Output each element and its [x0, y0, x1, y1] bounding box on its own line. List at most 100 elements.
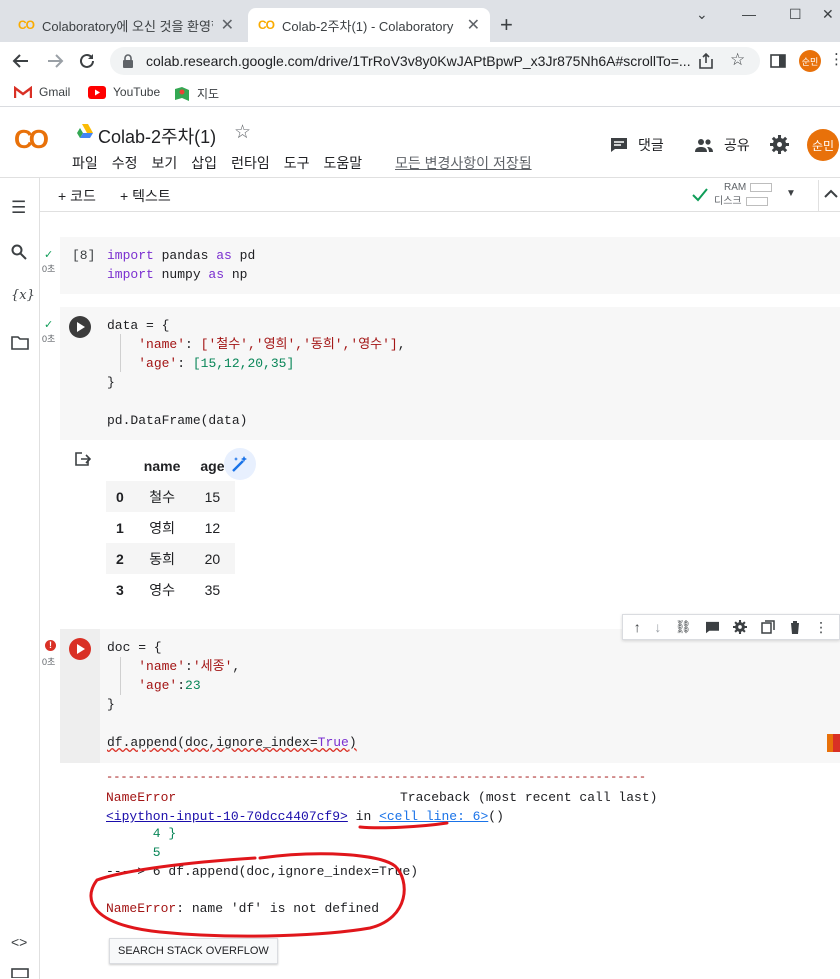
code-line[interactable]: }	[107, 695, 115, 714]
menu-edit[interactable]: 수정	[112, 153, 138, 173]
add-text-button[interactable]: + 텍스트	[120, 186, 171, 206]
tab-welcome[interactable]: CO Colaboratory에 오신 것을 환영합니다 ✕	[8, 8, 244, 42]
code-line[interactable]: import numpy as np	[107, 265, 247, 284]
menu-view[interactable]: 보기	[152, 153, 178, 173]
bookmark-gmail[interactable]: Gmail	[14, 85, 70, 99]
variables-icon[interactable]: {x}	[11, 288, 35, 303]
new-tab-button[interactable]: +	[500, 12, 513, 38]
star-icon[interactable]: ☆	[234, 121, 251, 144]
bookmark-star-icon[interactable]: ☆	[730, 50, 745, 70]
user-avatar[interactable]: 순민	[807, 129, 839, 161]
comment-label: 댓글	[638, 137, 664, 153]
run-cell-button[interactable]	[69, 638, 91, 660]
divider	[0, 106, 840, 107]
cell-settings-icon[interactable]	[733, 620, 748, 634]
code-line[interactable]: import pandas as pd	[107, 246, 255, 265]
profile-avatar[interactable]: 순민	[799, 50, 821, 72]
column-header: name	[143, 457, 181, 474]
more-menu-icon[interactable]: ⋮	[814, 619, 828, 636]
terminal-icon[interactable]	[11, 968, 29, 978]
code-line[interactable]: 'name': ['철수','영희','동희','영수'],	[107, 335, 405, 354]
error-dashes: ----------------------------------------…	[106, 770, 647, 784]
reload-icon[interactable]	[78, 52, 96, 70]
exec-duration: 0초	[42, 334, 56, 344]
table-row: 1 영희 12	[106, 512, 235, 543]
mirror-cell-icon[interactable]	[761, 620, 775, 634]
share-page-icon[interactable]	[697, 52, 715, 70]
url-text: colab.research.google.com/drive/1TrRoV3v…	[146, 53, 691, 69]
back-arrow-icon[interactable]	[12, 52, 30, 70]
menu-insert[interactable]: 삽입	[191, 153, 217, 173]
delete-icon[interactable]	[789, 620, 801, 634]
folder-icon[interactable]	[11, 336, 29, 350]
string-literal: '세종'	[192, 659, 233, 674]
run-cell-button[interactable]	[69, 316, 91, 338]
share-button[interactable]: 공유	[694, 135, 750, 155]
bookmark-maps[interactable]: 지도	[174, 85, 219, 102]
divider	[818, 180, 819, 212]
runtime-dropdown-icon[interactable]: ▼	[786, 188, 796, 199]
lock-icon	[123, 54, 133, 68]
magic-wand-button[interactable]	[224, 448, 256, 480]
string-literal: 'age'	[138, 356, 178, 371]
side-panel-icon[interactable]	[770, 53, 786, 69]
search-stack-overflow-button[interactable]: SEARCH STACK OVERFLOW	[109, 938, 278, 964]
search-icon[interactable]	[11, 244, 27, 260]
notebook-title[interactable]: Colab-2주차(1)	[98, 123, 216, 149]
move-down-icon[interactable]: ↓	[654, 619, 661, 635]
table-cell: 영희	[149, 519, 175, 536]
disk-meter	[745, 196, 768, 206]
maximize-icon[interactable]: ☐	[789, 6, 802, 23]
code-line[interactable]: 'age':23	[107, 676, 200, 695]
menu-runtime[interactable]: 런타임	[231, 153, 270, 173]
menu-help[interactable]: 도움말	[323, 153, 362, 173]
output-icon[interactable]	[75, 452, 91, 466]
table-of-contents-icon[interactable]: ☰	[11, 198, 26, 218]
cell-line-link[interactable]: <cell line: 6>	[379, 809, 488, 824]
code-line[interactable]: data = {	[107, 316, 169, 335]
table-row: 3 영수 35	[106, 574, 235, 605]
share-label: 공유	[724, 137, 750, 153]
minimize-icon[interactable]: —	[742, 6, 756, 22]
window-close-icon[interactable]: ✕	[822, 6, 834, 23]
code-line[interactable]: 'name':'세종',	[107, 657, 240, 676]
menu-bar: 파일 수정 보기 삽입 런타임 도구 도움말	[72, 153, 376, 173]
comment-icon[interactable]	[705, 621, 720, 634]
code-line[interactable]: doc = {	[107, 638, 162, 657]
forward-arrow-icon[interactable]	[46, 52, 64, 70]
row-index: 0	[116, 488, 124, 505]
colab-logo-text: CO	[14, 124, 49, 154]
exec-duration: 0초	[42, 264, 56, 274]
tab-colab-notebook[interactable]: CO Colab-2주차(1) - Colaboratory ✕	[248, 8, 490, 42]
collapse-chevron-icon[interactable]	[824, 189, 838, 199]
tab-search-chevron-icon[interactable]: ⌄	[696, 6, 708, 23]
code-line[interactable]: pd.DataFrame(data)	[107, 411, 247, 430]
exec-count: [8]	[72, 248, 96, 263]
settings-gear-icon[interactable]	[770, 135, 789, 154]
code-line[interactable]: 'age': [15,12,20,35]	[107, 354, 294, 373]
bookmarks-bar: Gmail YouTube 지도	[0, 80, 840, 106]
bookmark-youtube[interactable]: YouTube	[88, 85, 160, 99]
close-icon[interactable]: ✕	[467, 15, 480, 35]
traceback-line-current: ----> 6 df.append(doc,ignore_index=True)	[106, 864, 419, 879]
menu-tools[interactable]: 도구	[284, 153, 310, 173]
code-snippets-icon[interactable]: <>	[11, 934, 27, 950]
colab-logo[interactable]: CO	[14, 124, 49, 155]
ipython-input-link[interactable]: <ipython-input-10-70dcc4407cf9>	[106, 809, 348, 824]
address-bar[interactable]: colab.research.google.com/drive/1TrRoV3v…	[110, 47, 760, 75]
comment-icon	[611, 138, 627, 152]
saved-status[interactable]: 모든 변경사항이 저장됨	[395, 153, 532, 173]
in-word: in	[347, 809, 380, 824]
menu-file[interactable]: 파일	[72, 153, 98, 173]
link-icon[interactable]: ⛓	[675, 619, 692, 635]
code-line[interactable]: }	[107, 373, 115, 392]
keyword: as	[208, 267, 225, 282]
close-icon[interactable]: ✕	[221, 15, 234, 35]
code-line-error[interactable]: df.append(doc,ignore_index=True)	[107, 733, 357, 752]
move-up-icon[interactable]: ↑	[634, 619, 641, 635]
resource-monitor[interactable]: RAM 디스크	[714, 181, 773, 209]
comment-button[interactable]: 댓글	[610, 135, 664, 155]
add-code-button[interactable]: + 코드	[58, 186, 96, 206]
more-menu-icon[interactable]: ⋮	[829, 50, 840, 68]
table-cell: 영수	[149, 581, 175, 598]
